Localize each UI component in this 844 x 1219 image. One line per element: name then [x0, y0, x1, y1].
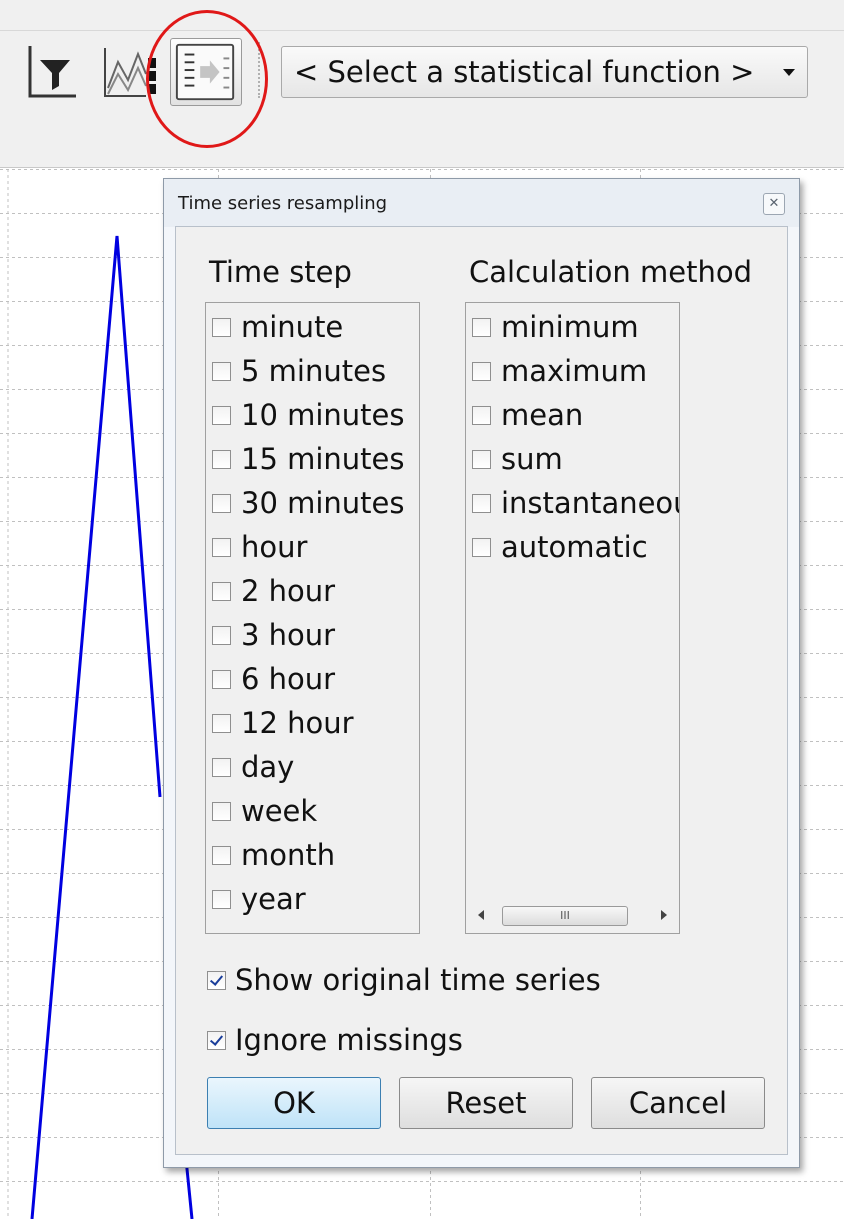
- time-step-item[interactable]: minute: [212, 307, 343, 347]
- time-step-list[interactable]: minute 5 minutes 10 minutes 15 minutes 3…: [205, 302, 420, 934]
- checkbox[interactable]: [212, 669, 231, 689]
- scrollbar-thumb[interactable]: III: [502, 906, 628, 926]
- checkbox[interactable]: [212, 361, 231, 381]
- checkbox[interactable]: [212, 317, 231, 337]
- time-step-item[interactable]: 12 hour: [212, 703, 354, 743]
- checkbox[interactable]: [212, 625, 231, 645]
- calculation-method-item[interactable]: automatic: [472, 527, 648, 567]
- time-step-item[interactable]: month: [212, 835, 335, 875]
- time-step-item[interactable]: 10 minutes: [212, 395, 405, 435]
- time-series-line: [30, 235, 162, 1219]
- checkbox[interactable]: [212, 581, 231, 601]
- calculation-method-label: minimum: [501, 310, 639, 344]
- dialog-title: Time series resampling: [178, 193, 388, 214]
- calculation-method-list[interactable]: minimum maximum mean sum instantaneous a…: [465, 302, 680, 934]
- ignore-missings-label: Ignore missings: [235, 1023, 463, 1057]
- time-series-resampling-dialog: Time series resampling ✕ Time step Calcu…: [163, 178, 800, 1168]
- time-step-label: year: [241, 882, 306, 916]
- checkbox[interactable]: [212, 801, 231, 821]
- scroll-right-icon[interactable]: [661, 910, 667, 920]
- time-step-item[interactable]: 2 hour: [212, 571, 335, 611]
- calculation-method-item[interactable]: instantaneous: [472, 483, 679, 523]
- time-step-item[interactable]: day: [212, 747, 294, 787]
- filter-icon[interactable]: [26, 40, 78, 102]
- time-step-label: 30 minutes: [241, 486, 405, 520]
- checkbox[interactable]: [472, 317, 491, 337]
- calculation-method-item[interactable]: mean: [472, 395, 583, 435]
- time-step-label: 6 hour: [241, 662, 336, 696]
- checkbox[interactable]: [212, 889, 231, 909]
- checkbox[interactable]: [212, 405, 231, 425]
- checkbox[interactable]: [472, 493, 491, 513]
- time-step-label: minute: [241, 310, 344, 344]
- close-button[interactable]: ✕: [763, 193, 785, 215]
- show-original-option[interactable]: Show original time series: [207, 960, 601, 1000]
- statistical-function-value: < Select a statistical function >: [294, 55, 755, 89]
- calculation-method-item[interactable]: maximum: [472, 351, 647, 391]
- reset-button[interactable]: Reset: [399, 1077, 573, 1129]
- calculation-method-label: mean: [501, 398, 584, 432]
- calculation-method-label: instantaneous: [501, 486, 679, 520]
- statistical-function-select[interactable]: < Select a statistical function >: [281, 46, 808, 98]
- time-step-label: 15 minutes: [241, 442, 405, 476]
- time-step-label: hour: [241, 530, 308, 564]
- time-step-label: 10 minutes: [241, 398, 405, 432]
- time-step-label: month: [241, 838, 336, 872]
- ignore-missings-option[interactable]: Ignore missings: [207, 1020, 463, 1060]
- time-step-item[interactable]: 15 minutes: [212, 439, 405, 479]
- show-original-checkbox[interactable]: [207, 970, 226, 990]
- calculation-method-item[interactable]: minimum: [472, 307, 639, 347]
- calculation-method-label: sum: [501, 442, 563, 476]
- time-step-item[interactable]: hour: [212, 527, 307, 567]
- cancel-button[interactable]: Cancel: [591, 1077, 765, 1129]
- checkbox[interactable]: [212, 537, 231, 557]
- time-step-heading: Time step: [209, 255, 352, 289]
- close-icon: ✕: [768, 196, 780, 211]
- calculation-method-item[interactable]: sum: [472, 439, 563, 479]
- time-step-label: 3 hour: [241, 618, 336, 652]
- calculation-method-heading: Calculation method: [469, 255, 752, 289]
- time-step-item[interactable]: 30 minutes: [212, 483, 405, 523]
- time-step-label: 2 hour: [241, 574, 336, 608]
- checkbox[interactable]: [472, 405, 491, 425]
- checkbox[interactable]: [472, 361, 491, 381]
- checkbox[interactable]: [472, 449, 491, 469]
- time-step-label: 12 hour: [241, 706, 354, 740]
- time-step-item[interactable]: 5 minutes: [212, 351, 386, 391]
- horizontal-scrollbar[interactable]: III: [472, 905, 673, 927]
- time-step-item[interactable]: 3 hour: [212, 615, 335, 655]
- time-step-item[interactable]: week: [212, 791, 317, 831]
- dialog-titlebar[interactable]: Time series resampling ✕: [164, 179, 799, 227]
- ignore-missings-checkbox[interactable]: [207, 1030, 226, 1050]
- toolbar: < Select a statistical function >: [0, 0, 844, 168]
- checkbox[interactable]: [212, 449, 231, 469]
- checkbox[interactable]: [212, 845, 231, 865]
- checkbox[interactable]: [212, 493, 231, 513]
- ok-button[interactable]: OK: [207, 1077, 381, 1129]
- toolbar-divider: [0, 30, 844, 31]
- checkbox[interactable]: [212, 713, 231, 733]
- dialog-body: Time step Calculation method minute 5 mi…: [175, 226, 788, 1155]
- highlight-circle-annotation: [146, 10, 268, 148]
- time-step-label: 5 minutes: [241, 354, 387, 388]
- show-original-label: Show original time series: [235, 963, 601, 997]
- time-step-item[interactable]: year: [212, 879, 306, 919]
- scroll-left-icon[interactable]: [478, 910, 484, 920]
- time-step-label: week: [241, 794, 318, 828]
- time-series-line-tail: [184, 1158, 194, 1219]
- chevron-down-icon: [783, 69, 795, 76]
- calculation-method-label: automatic: [501, 530, 648, 564]
- calculation-method-label: maximum: [501, 354, 648, 388]
- time-step-label: day: [241, 750, 295, 784]
- checkbox[interactable]: [212, 757, 231, 777]
- checkbox[interactable]: [472, 537, 491, 557]
- time-step-item[interactable]: 6 hour: [212, 659, 335, 699]
